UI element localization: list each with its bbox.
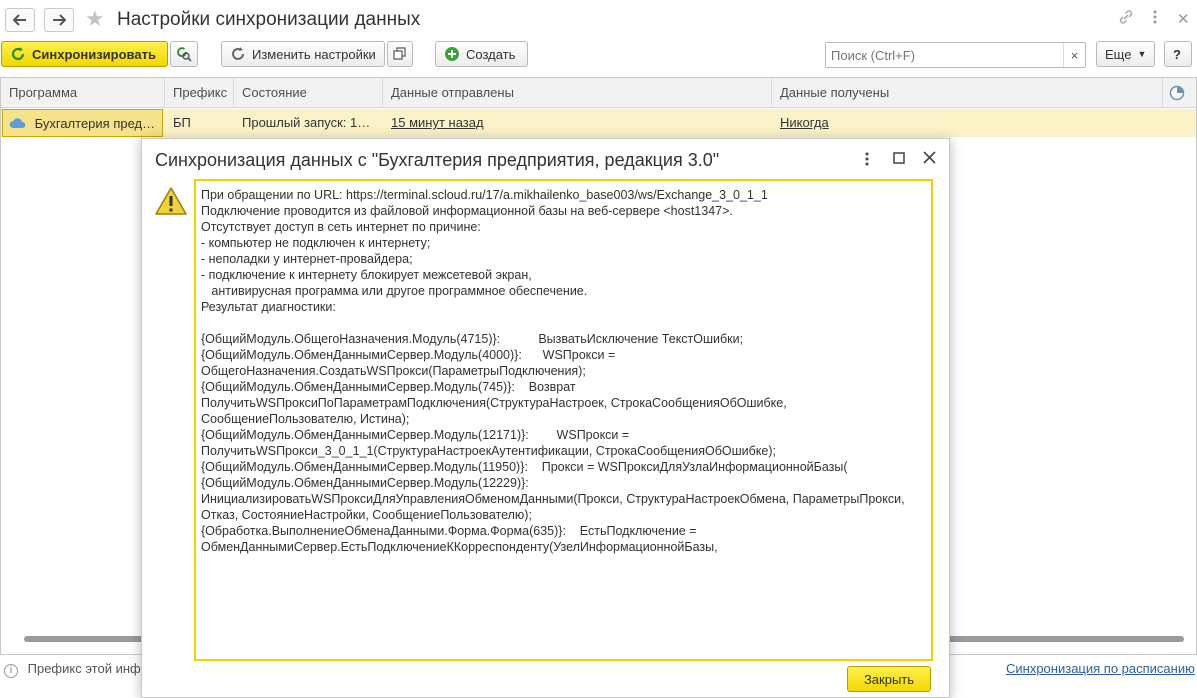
message-line: антивирусная программа или другое програ… bbox=[201, 284, 588, 298]
message-line: СообщениеПользователю, Истина); bbox=[201, 412, 410, 426]
prefix-info-text: Префикс этой инфо bbox=[27, 661, 148, 676]
sync-check-button[interactable] bbox=[170, 41, 198, 67]
message-line: ОбменДаннымиСервер.ЕстьПодключениеККорре… bbox=[201, 540, 718, 554]
help-button[interactable]: ? bbox=[1164, 41, 1192, 67]
search-clear-button[interactable]: × bbox=[1063, 43, 1085, 67]
message-line: ОбщегоНазначения.СоздатьWSПрокси(Парамет… bbox=[201, 364, 586, 378]
message-line: {Обработка.ВыполнениеОбменаДанными.Форма… bbox=[201, 524, 697, 538]
message-line: При обращении по URL: https://terminal.s… bbox=[201, 188, 768, 202]
help-button-label: ? bbox=[1173, 46, 1181, 62]
plus-circle-icon bbox=[444, 46, 460, 62]
warning-icon bbox=[154, 186, 188, 216]
column-header-program[interactable]: Программа bbox=[1, 78, 165, 108]
sync-button[interactable]: Синхронизировать bbox=[1, 41, 168, 67]
forward-button[interactable] bbox=[44, 8, 74, 32]
dialog-title: Синхронизация данных с "Бухгалтерия пред… bbox=[155, 150, 720, 170]
more-button-label: Еще bbox=[1105, 46, 1132, 62]
prefix-info: i Префикс этой инфо bbox=[4, 661, 148, 678]
column-settings-button[interactable] bbox=[1163, 78, 1196, 108]
sync-button-label: Синхронизировать bbox=[32, 46, 156, 62]
copy-button[interactable] bbox=[387, 41, 413, 67]
column-settings-icon bbox=[1169, 85, 1185, 101]
title-bar: ★ Настройки синхронизации данных ✕ bbox=[0, 0, 1197, 38]
message-line: ПолучитьWSПроксиПоПараметрамПодключения(… bbox=[201, 396, 787, 410]
close-window-icon[interactable]: ✕ bbox=[1177, 10, 1190, 28]
chevron-down-icon: ▼ bbox=[1137, 49, 1147, 59]
table-header: Программа Префикс Состояние Данные отпра… bbox=[1, 78, 1196, 108]
column-header-sent[interactable]: Данные отправлены bbox=[383, 78, 772, 108]
message-line: {ОбщийМодуль.ОбщегоНазначения.Модуль(471… bbox=[201, 332, 744, 346]
arrow-left-icon bbox=[13, 14, 26, 26]
copy-icon bbox=[393, 47, 406, 60]
received-link[interactable]: Никогда bbox=[780, 115, 829, 130]
column-header-prefix[interactable]: Префикс bbox=[165, 78, 234, 108]
link-icon[interactable] bbox=[1118, 9, 1134, 30]
message-line: ПолучитьWSПрокси_3_0_1_1(СтруктураНастро… bbox=[201, 444, 776, 458]
settings-sync-icon bbox=[230, 46, 246, 62]
cell-program[interactable]: Бухгалтерия пред… bbox=[2, 109, 163, 137]
message-line: {ОбщийМодуль.ОбменДаннымиСервер.Модуль(1… bbox=[201, 428, 630, 442]
close-button[interactable]: Закрыть bbox=[847, 666, 931, 692]
message-line bbox=[201, 315, 926, 331]
message-line: Подключение проводится из файловой инфор… bbox=[201, 204, 733, 218]
more-button[interactable]: Еще ▼ bbox=[1096, 41, 1155, 67]
star-icon[interactable]: ★ bbox=[85, 6, 105, 32]
cell-sent: 15 минут назад bbox=[383, 109, 772, 137]
cell-state: Прошлый запуск: 1… bbox=[242, 115, 371, 130]
sync-search-icon bbox=[177, 47, 192, 62]
message-line: {ОбщийМодуль.ОбменДаннымиСервер.Модуль(4… bbox=[201, 348, 616, 362]
cell-received: Никогда bbox=[772, 109, 1163, 137]
change-settings-button[interactable]: Изменить настройки bbox=[221, 41, 385, 67]
more-vert-icon[interactable] bbox=[1152, 9, 1158, 30]
back-button[interactable] bbox=[5, 8, 35, 32]
cell-prefix: БП bbox=[173, 115, 191, 130]
schedule-link[interactable]: Синхронизация по расписанию bbox=[1006, 661, 1195, 676]
close-icon: × bbox=[1070, 47, 1079, 63]
message-line: - подключение к интернету блокирует межс… bbox=[201, 268, 532, 282]
message-line: Результат диагностики: bbox=[201, 300, 336, 314]
message-line: - неполадки у интернет-провайдера; bbox=[201, 252, 413, 266]
dialog-close-icon[interactable] bbox=[923, 151, 936, 169]
create-button-label: Создать bbox=[466, 46, 516, 62]
page-title: Настройки синхронизации данных bbox=[117, 9, 421, 30]
sync-icon bbox=[10, 46, 26, 62]
dialog-more-icon[interactable] bbox=[864, 151, 870, 172]
sync-error-dialog: Синхронизация данных с "Бухгалтерия пред… bbox=[141, 138, 950, 698]
table-row[interactable]: Бухгалтерия пред… БП Прошлый запуск: 1… … bbox=[1, 109, 1196, 137]
message-line: {ОбщийМодуль.ОбменДаннымиСервер.Модуль(7… bbox=[201, 380, 576, 394]
message-line: {ОбщийМодуль.ОбменДаннымиСервер.Модуль(1… bbox=[201, 460, 848, 474]
arrow-right-icon bbox=[53, 14, 66, 26]
create-button[interactable]: Создать bbox=[435, 41, 528, 67]
message-line: Отказ, СостояниеНастройки, СообщениеПоль… bbox=[201, 508, 532, 522]
column-header-received[interactable]: Данные получены bbox=[772, 78, 1163, 108]
search-box: × bbox=[825, 42, 1086, 68]
program-name: Бухгалтерия пред… bbox=[34, 116, 156, 131]
search-input[interactable] bbox=[826, 43, 1061, 67]
message-line: - компьютер не подключен к интернету; bbox=[201, 236, 431, 250]
sent-link[interactable]: 15 минут назад bbox=[391, 115, 484, 130]
column-header-state[interactable]: Состояние bbox=[234, 78, 383, 108]
change-settings-label: Изменить настройки bbox=[252, 46, 376, 62]
maximize-icon[interactable] bbox=[893, 151, 905, 169]
error-message-box[interactable]: При обращении по URL: https://terminal.s… bbox=[194, 179, 933, 661]
info-icon: i bbox=[4, 664, 18, 678]
cloud-icon bbox=[9, 111, 27, 136]
close-button-label: Закрыть bbox=[863, 671, 915, 687]
message-line: {ОбщийМодуль.ОбменДаннымиСервер.Модуль(1… bbox=[201, 476, 529, 490]
message-line: ИнициализироватьWSПроксиДляУправленияОбм… bbox=[201, 492, 905, 506]
message-line: Отсутствует доступ в сеть интернет по пр… bbox=[201, 220, 481, 234]
